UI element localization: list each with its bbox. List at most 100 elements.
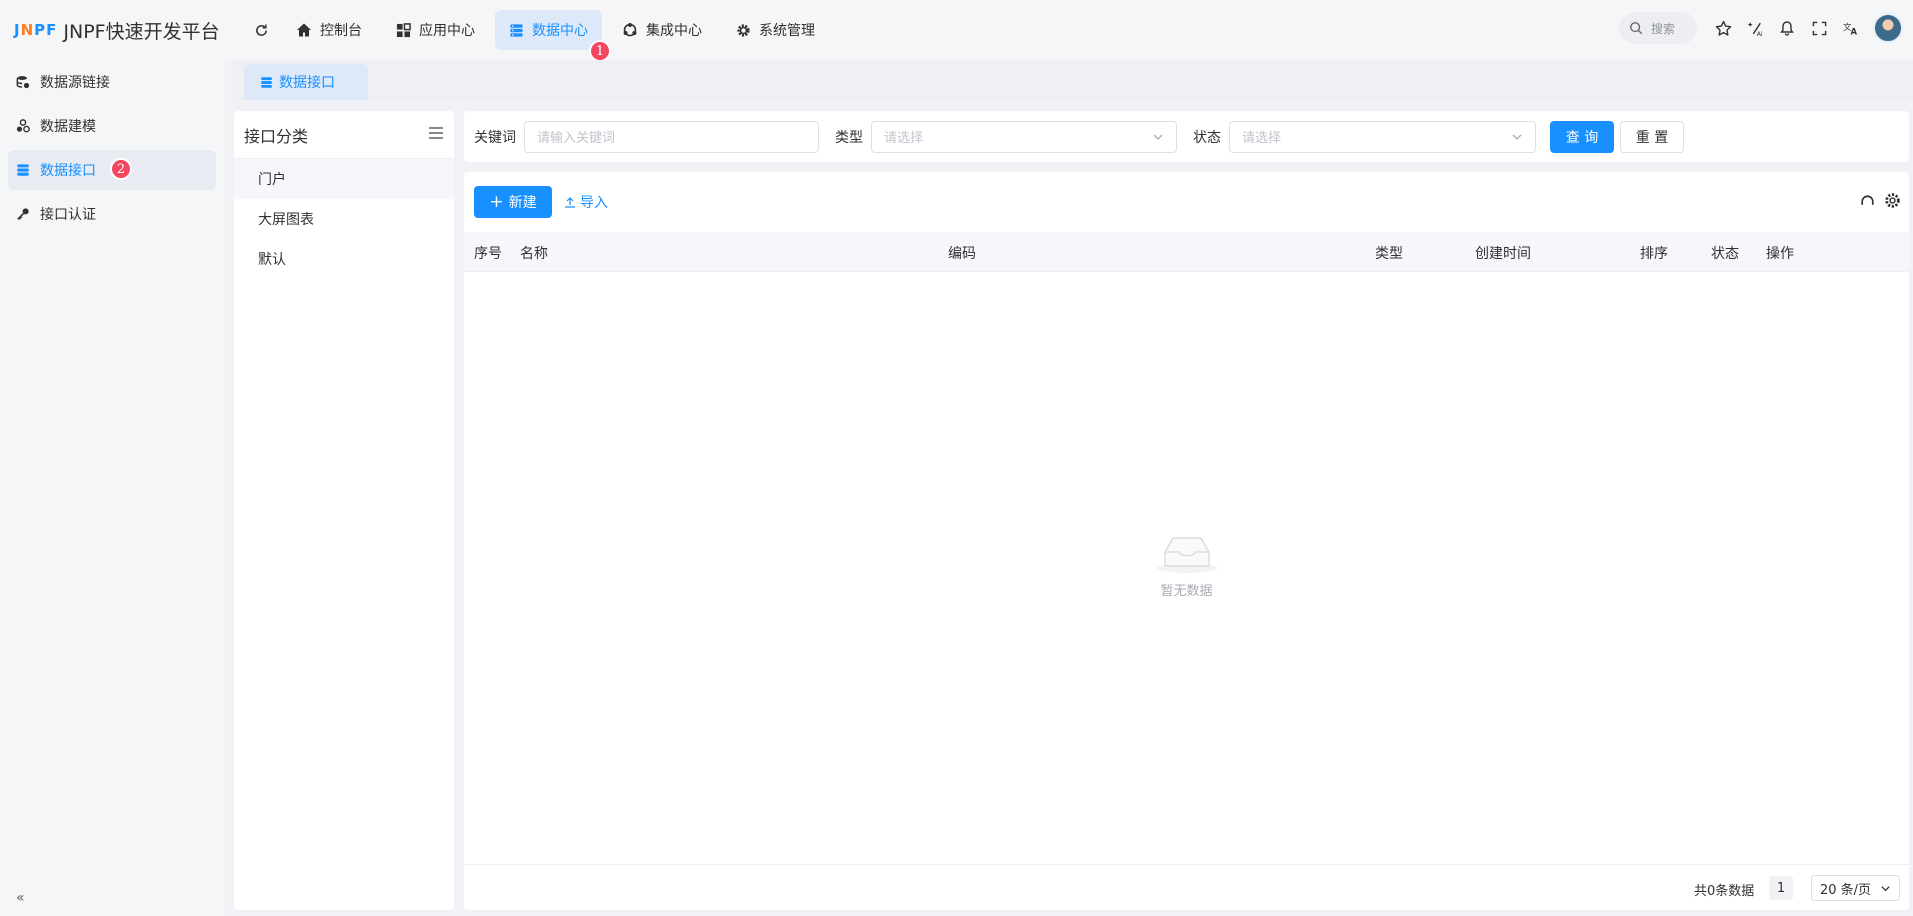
svg-text:Ai: Ai xyxy=(1756,29,1762,36)
category-header: 接口分类 xyxy=(234,111,454,159)
svg-text:A: A xyxy=(1850,28,1857,36)
chevron-down-icon xyxy=(1152,131,1164,147)
column-header-index[interactable]: 序号 xyxy=(474,243,502,263)
app-title: JNPF快速开发平台 xyxy=(63,20,220,43)
topnav-label: 集成中心 xyxy=(646,23,702,39)
tab-data-api[interactable]: 数据接口 xyxy=(244,64,368,100)
app-logo[interactable]: JNPF JNPF快速开发平台 xyxy=(14,17,234,44)
new-button[interactable]: + 新建 xyxy=(474,186,552,218)
topnav-item-console[interactable]: 控制台 xyxy=(282,10,376,50)
category-item-portal[interactable]: 门户 xyxy=(234,159,454,199)
new-button-label: 新建 xyxy=(508,195,537,211)
type-select[interactable]: 请选择 xyxy=(871,120,1177,153)
column-header-code[interactable]: 编码 xyxy=(948,243,976,263)
fullscreen-icon[interactable] xyxy=(1803,12,1835,44)
api-icon xyxy=(260,76,273,89)
type-placeholder: 请选择 xyxy=(884,131,924,146)
keyword-input[interactable]: 请输入关键词 xyxy=(524,120,819,153)
empty-inbox-icon xyxy=(1156,537,1217,573)
refresh-icon[interactable] xyxy=(246,15,276,45)
sidebar: 数据源链接 数据建模 数据接口 2 接口认证 « xyxy=(0,60,225,916)
sidebar-item-data-model[interactable]: 数据建模 xyxy=(8,106,216,146)
sidebar-item-label: 数据建模 xyxy=(40,119,96,135)
status-select[interactable]: 请选择 xyxy=(1229,120,1536,153)
plus-icon: + xyxy=(489,191,504,212)
top-bar: JNPF JNPF快速开发平台 控制台 应用中心 数据中心 1 集成中心 系统管… xyxy=(0,0,1913,62)
import-link[interactable]: 导入 xyxy=(564,192,608,212)
empty-state: 暂无数据 xyxy=(464,532,1909,599)
table-tools xyxy=(1851,192,1901,209)
category-title: 接口分类 xyxy=(244,126,309,146)
database-icon xyxy=(509,23,524,38)
bell-icon[interactable] xyxy=(1771,12,1803,44)
integration-icon xyxy=(622,22,638,38)
keyword-label: 关键词 xyxy=(474,129,516,146)
datasource-icon xyxy=(16,75,30,89)
topnav-label: 应用中心 xyxy=(419,23,475,39)
sidebar-item-datasource[interactable]: 数据源链接 xyxy=(8,62,216,102)
topnav-item-system-admin[interactable]: 系统管理 xyxy=(722,10,829,50)
search-label: 搜索 xyxy=(1651,21,1676,36)
menu-icon[interactable] xyxy=(428,125,444,144)
logo-mark: JNPF xyxy=(14,21,58,39)
topnav-label: 数据中心 xyxy=(532,23,588,39)
main-panel: + 新建 导入 序号 名称 编码 类型 创建时间 排序 状态 操作 暂无数据 共… xyxy=(464,172,1909,910)
collapse-sidebar-button[interactable]: « xyxy=(16,890,25,906)
column-settings-icon[interactable] xyxy=(1884,192,1901,209)
translate-icon[interactable]: 文A xyxy=(1835,12,1867,44)
model-icon xyxy=(16,119,30,133)
keyword-placeholder: 请输入关键词 xyxy=(537,131,616,146)
top-right-tools: 搜索 Ai 文A xyxy=(1619,12,1903,44)
topnav-label: 系统管理 xyxy=(759,23,815,39)
sidebar-item-label: 数据源链接 xyxy=(40,75,110,91)
sidebar-item-label: 接口认证 xyxy=(40,207,96,223)
column-header-actions[interactable]: 操作 xyxy=(1766,243,1794,263)
category-item-default[interactable]: 默认 xyxy=(234,239,454,279)
empty-text: 暂无数据 xyxy=(1160,584,1213,599)
table-toolbar: + 新建 导入 xyxy=(474,186,608,218)
status-placeholder: 请选择 xyxy=(1242,131,1282,146)
column-header-sort[interactable]: 排序 xyxy=(1640,243,1668,263)
search-icon xyxy=(1630,22,1643,35)
gear-icon xyxy=(736,23,751,38)
status-label: 状态 xyxy=(1193,129,1221,146)
chevron-down-icon xyxy=(1880,883,1891,898)
sidebar-item-label: 数据接口 xyxy=(40,163,96,179)
step-badge-2: 2 xyxy=(110,158,132,180)
column-header-name[interactable]: 名称 xyxy=(520,243,548,263)
column-header-created-time[interactable]: 创建时间 xyxy=(1475,243,1531,263)
global-search[interactable]: 搜索 xyxy=(1619,12,1697,44)
type-label: 类型 xyxy=(835,129,863,146)
category-item-dashboard-chart[interactable]: 大屏图表 xyxy=(234,199,454,239)
star-icon[interactable] xyxy=(1707,12,1739,44)
topnav-item-integration-center[interactable]: 集成中心 xyxy=(608,10,716,50)
pagination-page-1[interactable]: 1 xyxy=(1769,876,1793,900)
table-header: 序号 名称 编码 类型 创建时间 排序 状态 操作 xyxy=(464,232,1909,272)
home-icon xyxy=(296,22,312,38)
import-label: 导入 xyxy=(580,195,608,211)
query-button[interactable]: 查 询 xyxy=(1550,120,1614,153)
sidebar-item-api-auth[interactable]: 接口认证 xyxy=(8,194,216,234)
topnav-item-app-center[interactable]: 应用中心 xyxy=(382,10,489,50)
tab-label: 数据接口 xyxy=(279,75,335,91)
reload-icon[interactable] xyxy=(1859,192,1876,209)
page-size-select[interactable]: 20 条/页 xyxy=(1811,875,1900,901)
upload-icon xyxy=(565,197,575,208)
reset-button[interactable]: 重 置 xyxy=(1620,120,1684,153)
topnav-item-data-center[interactable]: 数据中心 1 xyxy=(495,10,611,62)
top-nav: 控制台 应用中心 数据中心 1 集成中心 系统管理 xyxy=(282,0,835,62)
ai-sparkle-icon[interactable]: Ai xyxy=(1739,12,1771,44)
grid-icon xyxy=(396,22,411,38)
column-header-status[interactable]: 状态 xyxy=(1711,243,1739,263)
pagination: 共0条数据 1 20 条/页 xyxy=(464,864,1909,910)
tab-strip: 数据接口 xyxy=(234,60,1913,100)
page-size-label: 20 条/页 xyxy=(1820,882,1872,898)
filter-bar: 关键词 请输入关键词 类型 请选择 状态 请选择 查 询 重 置 xyxy=(464,111,1909,162)
key-icon xyxy=(16,207,30,221)
category-panel: 接口分类 门户 大屏图表 默认 xyxy=(234,111,454,910)
user-avatar[interactable] xyxy=(1873,13,1903,43)
column-header-type[interactable]: 类型 xyxy=(1375,243,1403,263)
pagination-total: 共0条数据 xyxy=(1694,884,1755,899)
topnav-label: 控制台 xyxy=(320,23,362,39)
sidebar-item-data-api[interactable]: 数据接口 2 xyxy=(8,150,216,190)
